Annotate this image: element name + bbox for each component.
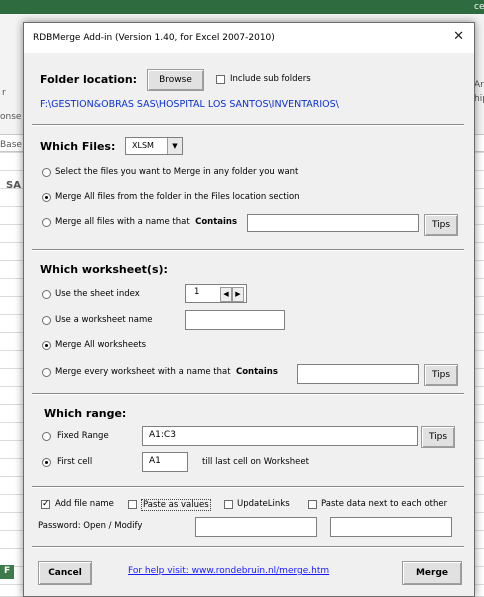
bg-label: Ar: [474, 80, 484, 90]
paste-values-checkbox[interactable]: [128, 500, 137, 509]
bg-label: onse: [0, 112, 22, 122]
include-subfolders-label: Include sub folders: [230, 74, 311, 84]
sheet-index-spinner[interactable]: 1 ◀ ▶: [185, 284, 247, 303]
ws-option-all-label: Merge All worksheets: [55, 340, 147, 350]
bg-label: r: [2, 88, 6, 98]
password-label: Password: Open / Modify: [38, 521, 143, 531]
folder-path: F:\GESTION&OBRAS SAS\HOSPITAL LOS SANTOS…: [40, 99, 339, 110]
divider: [32, 124, 464, 126]
password-open-input[interactable]: [195, 517, 317, 537]
range-option-first-label: First cell: [57, 457, 93, 467]
update-links-label: UpdateLinks: [237, 499, 290, 509]
range-option-fixed-label: Fixed Range: [57, 431, 109, 441]
bg-label: F: [4, 566, 11, 576]
ws-option-name-radio[interactable]: [42, 316, 51, 325]
fixed-range-input[interactable]: A1:C3: [142, 426, 418, 446]
arrow-right-icon[interactable]: ▶: [232, 287, 244, 302]
range-option-fixed-radio[interactable]: [42, 432, 51, 441]
divider: [32, 393, 464, 395]
sheet-index-value: 1: [194, 287, 200, 297]
divider: [32, 486, 464, 488]
paste-values-label: Paste as values: [141, 499, 211, 511]
merge-button[interactable]: Merge: [402, 561, 462, 585]
excel-title-strip: [0, 0, 484, 14]
close-icon[interactable]: ✕: [453, 29, 464, 44]
ws-option-index-label: Use the sheet index: [55, 289, 140, 299]
files-option-all-label: Merge All files from the folder in the F…: [55, 192, 300, 202]
rdbmerge-dialog: RDBMerge Add-in (Version 1.40, for Excel…: [23, 22, 475, 597]
add-file-name-label: Add file name: [55, 499, 114, 509]
add-file-name-checkbox[interactable]: ✓: [41, 500, 50, 509]
include-subfolders-checkbox[interactable]: [216, 75, 225, 84]
arrow-left-icon[interactable]: ◀: [220, 287, 232, 302]
ws-option-index-radio[interactable]: [42, 290, 51, 299]
cancel-button[interactable]: Cancel: [38, 561, 92, 585]
ws-option-all-radio[interactable]: [42, 341, 51, 350]
files-tips-button[interactable]: Tips: [424, 214, 458, 236]
bg-label: cer: [474, 2, 484, 12]
browse-button[interactable]: Browse: [147, 69, 204, 91]
bg-label: SA: [6, 180, 21, 191]
chevron-down-icon[interactable]: ▼: [167, 138, 182, 154]
bg-label: hip: [474, 94, 484, 104]
ws-tips-button[interactable]: Tips: [424, 364, 458, 386]
files-option-select-label: Select the files you want to Merge in an…: [55, 167, 299, 177]
dialog-title: RDBMerge Add-in (Version 1.40, for Excel…: [33, 33, 275, 43]
password-modify-input[interactable]: [330, 517, 452, 537]
range-option-first-radio[interactable]: [42, 458, 51, 467]
range-tips-button[interactable]: Tips: [421, 426, 455, 448]
ws-option-name-label: Use a worksheet name: [55, 315, 153, 325]
first-cell-input[interactable]: A1: [142, 452, 188, 472]
which-range-label: Which range:: [44, 407, 127, 420]
ws-option-contains-label: Merge every worksheet with a name that C…: [55, 367, 278, 377]
bg-label: Base: [0, 140, 22, 150]
files-option-name-radio[interactable]: [42, 218, 51, 227]
dialog-titlebar: RDBMerge Add-in (Version 1.40, for Excel…: [24, 23, 474, 53]
files-option-all-radio[interactable]: [42, 193, 51, 202]
which-files-label: Which Files:: [40, 140, 116, 153]
files-option-name-label: Merge all files with a name that Contain…: [55, 217, 238, 227]
update-links-checkbox[interactable]: [224, 500, 233, 509]
first-cell-suffix: till last cell on Worksheet: [202, 457, 309, 467]
ws-contains-input[interactable]: [297, 364, 419, 384]
file-type-value: XLSM: [132, 141, 154, 150]
help-link[interactable]: For help visit: www.rondebruin.nl/merge.…: [128, 566, 329, 576]
paste-next-label: Paste data next to each other: [321, 499, 448, 509]
file-type-select[interactable]: XLSM ▼: [125, 137, 183, 155]
folder-location-label: Folder location:: [40, 73, 138, 86]
divider: [32, 249, 464, 251]
worksheet-name-input[interactable]: [185, 310, 285, 330]
files-contains-input[interactable]: [247, 214, 419, 232]
ws-option-contains-radio[interactable]: [42, 368, 51, 377]
paste-next-checkbox[interactable]: [308, 500, 317, 509]
divider: [32, 546, 464, 548]
files-option-select-radio[interactable]: [42, 168, 51, 177]
which-worksheets-label: Which worksheet(s):: [40, 263, 168, 276]
